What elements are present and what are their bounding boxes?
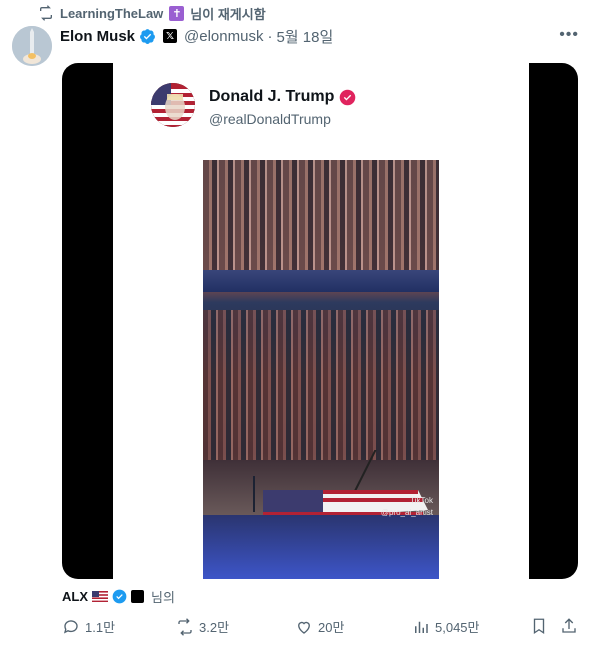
author-handle[interactable]: @elonmusk [184,28,263,45]
attribution-name[interactable]: ALX [62,589,88,604]
repost-button[interactable]: 3.2만 [176,617,229,636]
repost-user[interactable]: LearningTheLaw [60,6,163,21]
crowd-image [203,310,439,460]
verified-badge-icon [112,589,127,603]
stadium-banner [203,270,439,292]
reply-count: 1.1만 [85,620,116,635]
reply-button[interactable]: 1.1만 [62,617,115,636]
like-button[interactable]: 20만 [295,617,344,636]
repost-icon [40,5,52,21]
repost-icon [178,617,192,636]
video-frame: TikTok @pro_ai_artist [203,160,439,579]
embedded-author-name: Donald J. Trump [209,88,335,105]
repost-indicator: LearningTheLaw ✝ 님이 재게시함 [38,4,266,22]
embedded-tweet-card: Donald J. Trump @realDonaldTrump TikTok … [113,63,529,579]
attribution-suffix: 님의 [151,589,175,605]
heart-icon [298,621,310,634]
avatar[interactable] [12,26,52,66]
crowd-image [203,160,439,270]
tweet-date[interactable]: 5월 18일 [276,26,333,47]
tweet-actions: 1.1만 3.2만 20만 5,045만 [60,617,590,637]
more-options-icon[interactable]: ••• [559,26,579,44]
quoted-attribution[interactable]: ALX 님의 [62,587,175,605]
reply-icon [63,619,78,634]
embedded-author-handle: @realDonaldTrump [209,111,331,127]
watermark-brand: TikTok [410,496,433,505]
share-icon [562,618,576,633]
repost-suffix: 님이 재게시함 [190,6,266,22]
watermark-user: @pro_ai_artist [380,508,433,517]
bookmark-button[interactable] [530,617,548,635]
cross-emoji-icon: ✝ [169,5,185,21]
tweet-media[interactable]: Donald J. Trump @realDonaldTrump TikTok … [62,63,578,579]
share-button[interactable] [560,617,578,635]
separator: · [267,27,273,45]
verified-badge-icon [340,89,356,105]
bookmark-icon [533,618,545,635]
views-count: 5,045만 [435,620,480,635]
us-flag-icon [92,590,108,602]
author-name[interactable]: Elon Musk [60,28,135,45]
analytics-icon [415,621,428,633]
embedded-tweet-name-row: Donald J. Trump [209,88,356,106]
embedded-avatar [151,83,195,127]
repost-count: 3.2만 [199,620,230,635]
tweet-header: Elon Musk 𝕏 @elonmusk · 5월 18일 [60,26,333,46]
x-logo-icon: 𝕏 [163,29,178,43]
views-button[interactable]: 5,045만 [412,617,480,636]
like-count: 20만 [318,620,345,635]
affiliate-logo-icon [131,589,144,603]
verified-badge-icon [140,28,155,44]
tiktok-watermark: TikTok @pro_ai_artist [381,495,433,519]
stage-lights [203,515,439,579]
